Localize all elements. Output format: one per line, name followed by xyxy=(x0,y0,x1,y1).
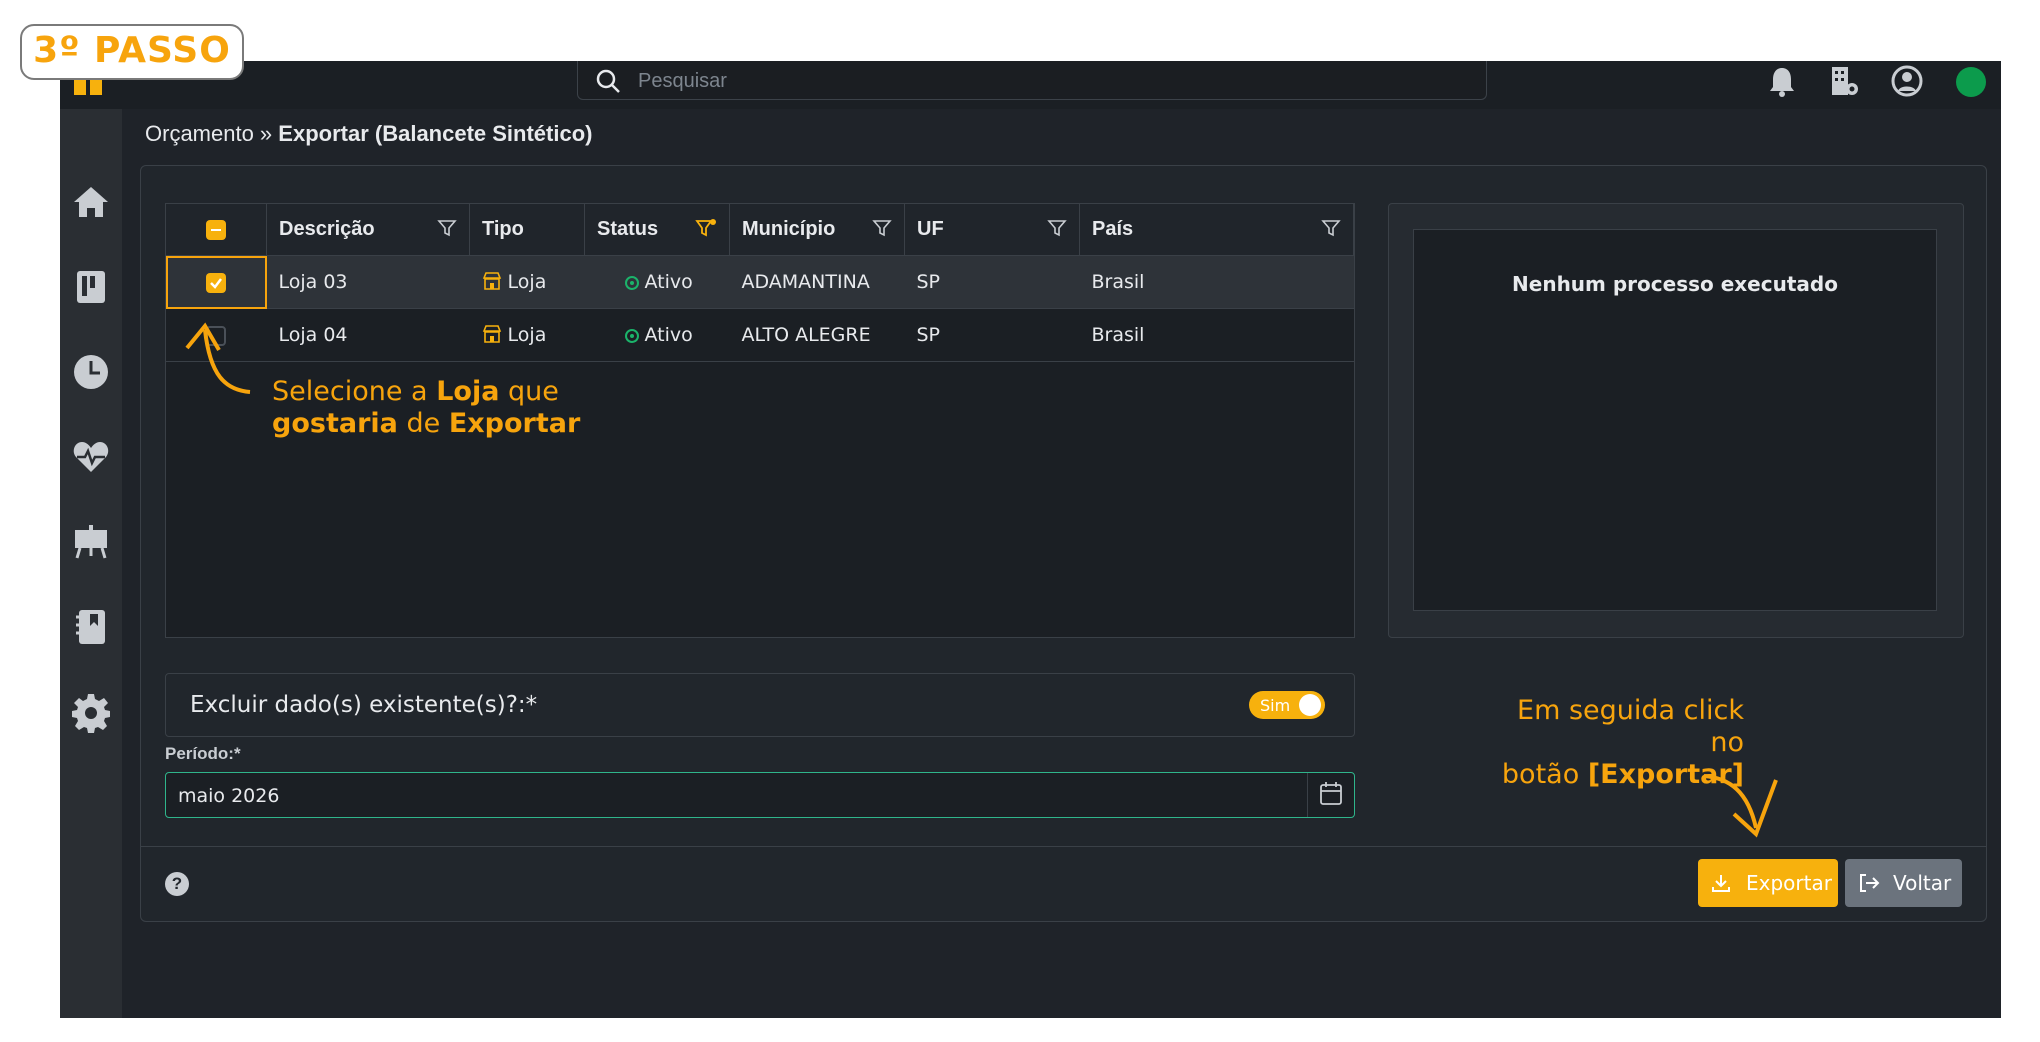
select-all-checkbox[interactable] xyxy=(206,219,226,240)
ann-text: que xyxy=(508,376,559,407)
clock-icon[interactable] xyxy=(70,351,112,393)
annotation-select-store: Selecione a Loja que gostaria de Exporta… xyxy=(272,376,580,440)
status-ok-icon xyxy=(624,275,639,290)
filter-icon[interactable] xyxy=(872,218,892,238)
col-tipo-label: Tipo xyxy=(482,218,524,240)
cell-status: Ativo xyxy=(584,255,730,309)
col-municipio[interactable]: Município xyxy=(729,204,905,256)
bell-icon[interactable] xyxy=(1767,65,1797,99)
search-bar[interactable]: Pesquisar xyxy=(577,61,1487,100)
periodo-value: maio 2026 xyxy=(178,785,280,807)
ann-text: Em seguida click no xyxy=(1517,695,1744,758)
ann-text: de xyxy=(406,408,441,439)
cell-pais: Brasil xyxy=(1079,255,1354,309)
process-message: Nenhum processo executado xyxy=(1512,272,1838,296)
user-account-icon[interactable] xyxy=(1890,64,1924,98)
col-pais[interactable]: País xyxy=(1079,204,1354,256)
breadcrumb: Orçamento » Exportar (Balancete Sintétic… xyxy=(145,121,592,147)
presentation-board-icon[interactable] xyxy=(70,521,112,563)
col-uf[interactable]: UF xyxy=(904,204,1080,256)
periodo-field[interactable]: maio 2026 xyxy=(165,772,1355,818)
col-tipo[interactable]: Tipo xyxy=(469,204,585,256)
toggle-text: Sim xyxy=(1260,696,1291,715)
cell-tipo-label: Loja xyxy=(507,324,547,346)
annotation-arrow-icon xyxy=(185,322,251,394)
excluir-label: Excluir dado(s) existente(s)?:* xyxy=(190,692,538,718)
process-panel: Nenhum processo executado xyxy=(1388,203,1964,638)
col-uf-label: UF xyxy=(917,218,944,240)
col-pais-label: País xyxy=(1092,218,1134,240)
ann-text: Selecione a xyxy=(272,376,428,407)
exit-icon xyxy=(1860,874,1880,892)
cell-pais: Brasil xyxy=(1079,308,1354,362)
cell-tipo: Loja xyxy=(469,255,585,309)
ann-text-bold: Loja xyxy=(436,376,500,407)
process-output: Nenhum processo executado xyxy=(1413,229,1937,611)
calendar-icon xyxy=(1320,782,1342,805)
sidebar xyxy=(60,61,122,1018)
annotation-arrow-icon xyxy=(1703,774,1778,838)
back-button-label: Voltar xyxy=(1893,871,1952,895)
select-all-header[interactable] xyxy=(166,204,267,256)
col-descricao-label: Descrição xyxy=(279,218,375,240)
status-ok-icon xyxy=(624,328,639,343)
toggle-knob xyxy=(1299,694,1321,716)
breadcrumb-parent[interactable]: Orçamento » xyxy=(145,121,272,146)
settings-gear-icon[interactable] xyxy=(70,691,112,733)
table-row[interactable]: Loja 03 Loja Ativo ADAMANTINA SP Brasil xyxy=(166,255,1354,309)
top-bar: Pesquisar xyxy=(60,61,2001,109)
search-icon xyxy=(596,69,620,93)
ann-text-bold: Exportar xyxy=(448,408,581,439)
store-icon xyxy=(482,272,501,290)
online-status-indicator xyxy=(1956,67,1986,97)
col-status[interactable]: Status xyxy=(584,204,730,256)
help-icon[interactable]: ? xyxy=(165,872,189,896)
filter-icon[interactable] xyxy=(1321,218,1341,238)
kanban-icon[interactable] xyxy=(70,266,112,308)
calendar-button[interactable] xyxy=(1307,773,1354,817)
cell-descricao: Loja 03 xyxy=(266,255,470,309)
cell-uf: SP xyxy=(904,308,1080,362)
excluir-row: Excluir dado(s) existente(s)?:* Sim xyxy=(165,673,1355,737)
breadcrumb-current: Exportar (Balancete Sintético) xyxy=(278,121,593,146)
filter-icon[interactable] xyxy=(1047,218,1067,238)
home-icon[interactable] xyxy=(70,181,112,223)
col-status-label: Status xyxy=(597,218,659,240)
panel-footer: ? Exportar Voltar xyxy=(141,846,1986,922)
step-badge: 3º PASSO xyxy=(20,24,244,80)
row-checkbox-checked[interactable] xyxy=(206,272,227,293)
col-descricao[interactable]: Descrição xyxy=(266,204,470,256)
table-row[interactable]: Loja 04 Loja Ativo ALTO ALEGRE SP Brasil xyxy=(166,308,1354,362)
cell-tipo: Loja xyxy=(469,308,585,362)
notebook-icon[interactable] xyxy=(70,606,112,648)
ann-text-bold: gostaria xyxy=(272,408,398,439)
ann-text: botão xyxy=(1501,759,1580,790)
cell-status-label: Ativo xyxy=(644,324,693,346)
cell-status: Ativo xyxy=(584,308,730,362)
download-icon xyxy=(1712,875,1730,892)
back-button[interactable]: Voltar xyxy=(1845,859,1962,907)
export-button[interactable]: Exportar xyxy=(1698,859,1838,907)
cell-uf: SP xyxy=(904,255,1080,309)
excluir-toggle[interactable]: Sim xyxy=(1249,691,1325,719)
heart-pulse-icon[interactable] xyxy=(70,436,112,478)
cell-municipio: ALTO ALEGRE xyxy=(729,308,905,362)
col-municipio-label: Município xyxy=(742,218,836,240)
filter-icon[interactable] xyxy=(437,218,457,238)
store-icon xyxy=(482,325,501,343)
building-settings-icon[interactable] xyxy=(1828,64,1860,98)
search-placeholder: Pesquisar xyxy=(638,70,727,92)
cell-descricao: Loja 04 xyxy=(266,308,470,362)
cell-municipio: ADAMANTINA xyxy=(729,255,905,309)
cell-tipo-label: Loja xyxy=(507,271,547,293)
filter-active-icon[interactable] xyxy=(695,218,717,238)
row-checkbox-cell[interactable] xyxy=(166,255,267,309)
app-window: Pesquisar Orçamento » Exportar (Balancet… xyxy=(60,61,2001,1018)
periodo-label: Período:* xyxy=(165,744,241,763)
cell-status-label: Ativo xyxy=(644,271,693,293)
export-button-label: Exportar xyxy=(1746,871,1832,895)
